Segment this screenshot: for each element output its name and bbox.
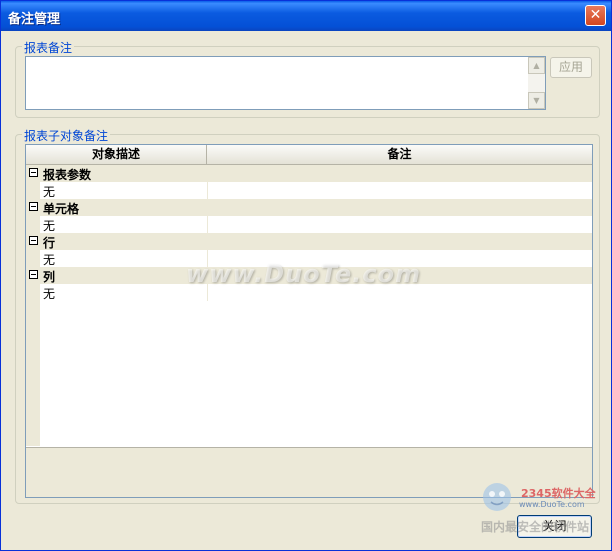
group-label: 报表参数 (43, 168, 92, 182)
apply-button[interactable]: 应用 (550, 57, 592, 78)
column-header-note[interactable]: 备注 (207, 145, 592, 164)
group-label: 单元格 (43, 202, 80, 216)
title-bar[interactable]: 备注管理 ✕ (1, 1, 611, 31)
window-title: 备注管理 (8, 12, 61, 27)
collapse-icon[interactable] (29, 202, 38, 211)
row-description: 无 (43, 185, 56, 199)
group-row-rows[interactable]: 行 (26, 233, 592, 250)
row-indent (26, 182, 40, 199)
row-indent (26, 284, 40, 301)
row-indent (26, 301, 40, 446)
row-indent (26, 250, 40, 267)
row-description: 无 (43, 219, 56, 233)
report-note-legend: 报表备注 (22, 39, 75, 56)
watermark-bottom-text: 国内最安全的软件站 (481, 520, 590, 534)
grid-empty-area (26, 301, 592, 446)
sub-note-legend: 报表子对象备注 (22, 127, 111, 144)
table-row[interactable]: 无 (26, 216, 592, 233)
dialog-window: 备注管理 ✕ 报表备注 ▲ ▼ 应用 报表子对象备注 对象描述 备注 报表参数 … (0, 0, 612, 551)
row-description: 无 (43, 287, 56, 301)
group-row-report-params[interactable]: 报表参数 (26, 165, 592, 182)
column-header-description[interactable]: 对象描述 (26, 145, 207, 164)
group-label: 行 (43, 236, 56, 250)
collapse-icon[interactable] (29, 270, 38, 279)
table-row[interactable]: 无 (26, 182, 592, 199)
collapse-icon[interactable] (29, 168, 38, 177)
cell-divider (207, 216, 208, 233)
collapse-icon[interactable] (29, 236, 38, 245)
watermark-logo-url: www.DuoTe.com (519, 500, 585, 509)
row-indent (26, 216, 40, 233)
scroll-up-icon[interactable]: ▲ (528, 57, 545, 74)
row-description: 无 (43, 253, 56, 267)
report-note-textarea[interactable]: ▲ ▼ (25, 56, 546, 110)
mascot-icon (483, 483, 511, 511)
grid-header: 对象描述 备注 (26, 145, 592, 165)
group-label: 列 (43, 270, 56, 284)
watermark-logo-text: 2345软件大全 (521, 487, 596, 500)
scroll-down-icon[interactable]: ▼ (528, 92, 545, 109)
close-icon[interactable]: ✕ (585, 5, 606, 26)
watermark-text: www.DuoTe.com (186, 260, 421, 288)
cell-divider (207, 182, 208, 199)
group-row-cells[interactable]: 单元格 (26, 199, 592, 216)
notes-grid[interactable]: 对象描述 备注 报表参数 无 单元格 无 行 无 列 无 (25, 144, 593, 498)
note-scrollbar[interactable]: ▲ ▼ (528, 57, 545, 109)
